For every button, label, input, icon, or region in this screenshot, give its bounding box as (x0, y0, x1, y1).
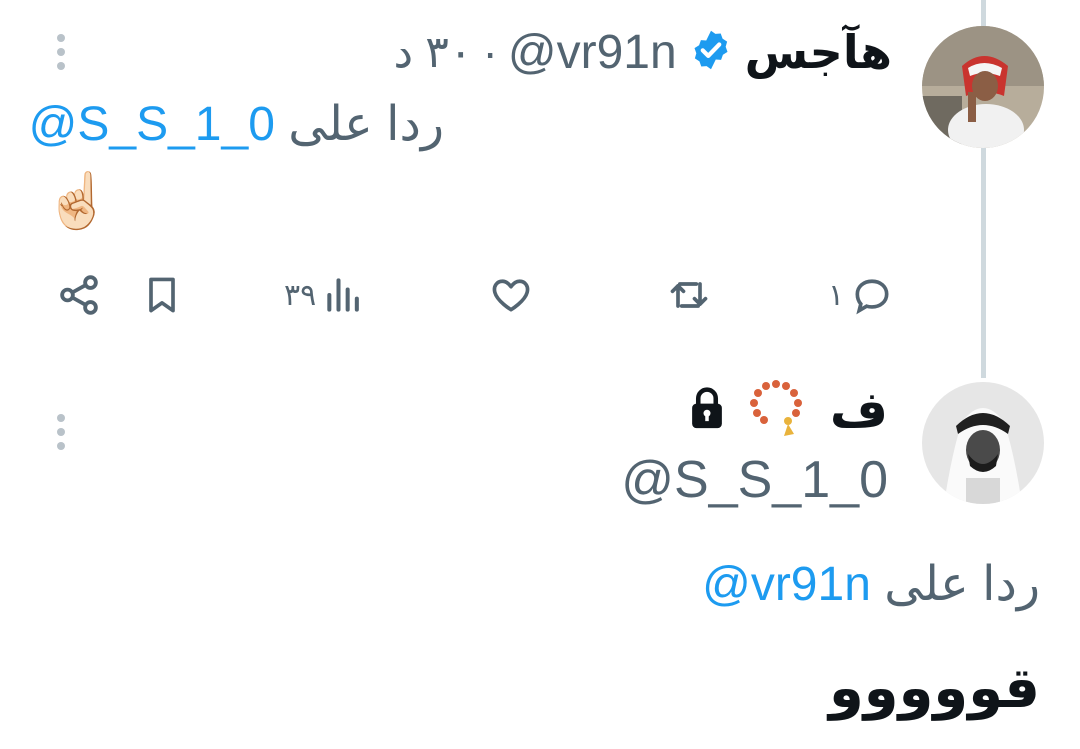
avatar-tweet1[interactable] (922, 26, 1044, 148)
retweet-button[interactable] (664, 270, 720, 320)
replying-to: ردا على @S_S_1_0 (29, 96, 444, 152)
retweet-icon (670, 282, 708, 308)
more-icon[interactable] (54, 34, 68, 78)
prayer-beads-icon (744, 376, 808, 445)
reply-mention[interactable]: @vr91n (702, 558, 871, 611)
share-icon (60, 275, 98, 315)
views-button[interactable]: ٣٩ (284, 270, 366, 320)
replying-to: ردا على @vr91n (702, 556, 1040, 612)
handle[interactable]: @S_S_1_0 (621, 450, 888, 510)
tweet2-text: قووووو (828, 656, 1040, 719)
reply-button[interactable]: ١ (828, 270, 894, 320)
like-icon (492, 279, 530, 312)
bookmark-button[interactable] (140, 270, 184, 320)
share-button[interactable] (56, 270, 102, 320)
avatar-tweet2[interactable] (922, 382, 1044, 504)
reply-mention[interactable]: @S_S_1_0 (29, 98, 275, 151)
tweet1-header: هآجس @vr91n · ٣٠ د (393, 18, 892, 86)
bookmark-icon (149, 277, 175, 313)
lock-icon (686, 385, 728, 436)
like-button[interactable] (488, 270, 540, 320)
display-name[interactable]: ف (830, 381, 888, 439)
verified-badge-icon (689, 28, 733, 77)
display-name[interactable]: هآجس (745, 25, 892, 79)
views-count: ٣٩ (284, 278, 317, 312)
handle[interactable]: @vr91n (508, 25, 677, 80)
tweet1-text: ☝🏻 (44, 171, 112, 231)
tweet2-header: ف (686, 379, 888, 440)
reply-count: ١ (828, 278, 845, 312)
reply-prefix: ردا على (288, 98, 444, 151)
views-icon (327, 278, 360, 312)
reply-icon (855, 279, 889, 315)
separator: · (482, 26, 498, 78)
reply-prefix: ردا على (884, 558, 1040, 611)
more-icon[interactable] (54, 414, 68, 458)
timestamp[interactable]: ٣٠ د (393, 27, 472, 78)
